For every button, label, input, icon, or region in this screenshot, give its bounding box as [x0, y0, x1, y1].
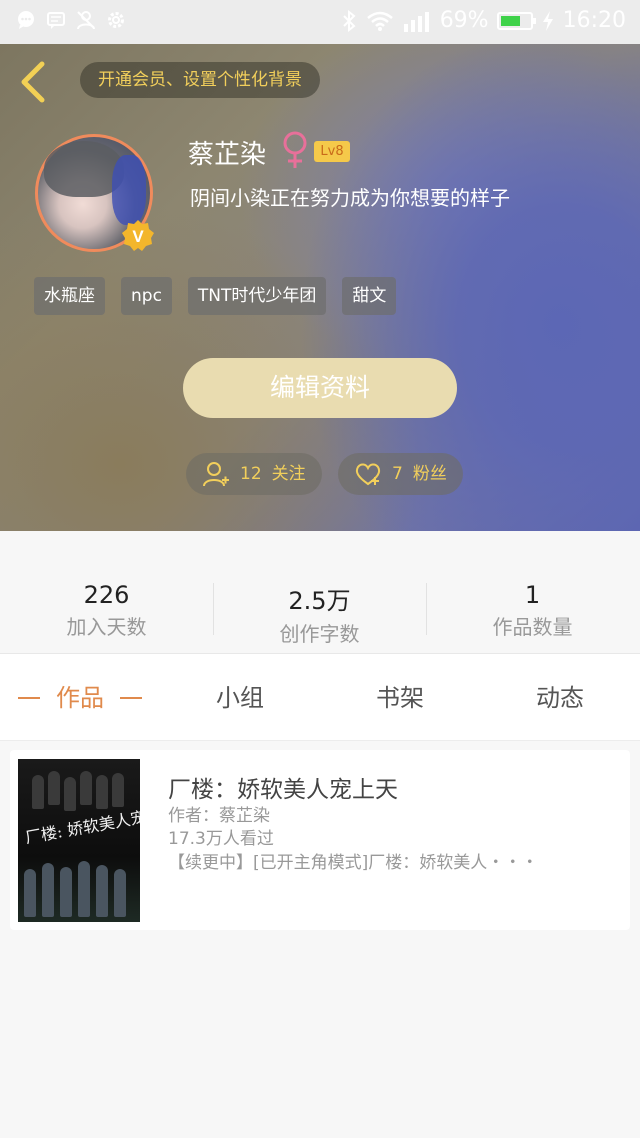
heart-add-icon: [355, 463, 381, 486]
following-label: 关注: [271, 464, 306, 484]
stat-value: 226: [83, 581, 130, 609]
settings-icon: [108, 12, 124, 28]
message-icon: [47, 12, 65, 29]
cover-figure: [42, 863, 54, 917]
tag-list: 水瓶座 npc TNT时代少年团 甜文: [34, 277, 397, 315]
book-description: 【续更中】[已开主角模式]厂楼：娇软美人・・・: [168, 853, 539, 873]
verified-badge-text: V: [132, 227, 144, 246]
level-badge: Lv8: [314, 141, 350, 162]
fans-label: 粉丝: [412, 464, 447, 484]
cover-figure: [114, 869, 126, 917]
battery-fill: [500, 15, 520, 26]
book-card[interactable]: 厂楼: 娇软美人宠上天 厂楼：娇软美人宠上天 作者：蔡芷染 17.3万人看过 【…: [10, 750, 630, 930]
user-signature: 阴间小染正在努力成为你想要的样子: [190, 186, 510, 210]
user-name: 蔡芷染: [188, 140, 267, 170]
cover-figure: [32, 775, 44, 809]
following-count: 12: [240, 464, 262, 484]
chat-bubble-icon: [18, 11, 34, 29]
stat-value: 1: [524, 581, 541, 609]
stats-bar: 226 加入天数 2.5万 创作字数 1 作品数量: [0, 531, 640, 653]
tag-item[interactable]: 水瓶座: [34, 277, 105, 315]
cover-figure: [24, 869, 36, 917]
tab-bookshelf[interactable]: 书架: [320, 654, 480, 742]
tab-activity[interactable]: 动态: [480, 654, 640, 742]
cover-figure: [78, 861, 90, 917]
cover-figure: [96, 865, 108, 917]
stat-word-count: 2.5万 创作字数: [213, 581, 426, 647]
book-cover[interactable]: 厂楼: 娇软美人宠上天: [18, 759, 140, 922]
fans-button[interactable]: 7 粉丝: [338, 453, 463, 495]
book-title[interactable]: 厂楼：娇软美人宠上天: [168, 770, 398, 804]
battery-percentage: 69%: [439, 8, 489, 33]
verified-badge-icon: V: [122, 220, 154, 251]
chevron-left-icon[interactable]: [14, 58, 54, 106]
edit-profile-button[interactable]: 编辑资料: [183, 358, 457, 418]
book-author: 作者：蔡芷染: [168, 806, 270, 826]
notification-icons: [16, 10, 126, 30]
avatar-shadow: [112, 155, 146, 225]
fans-count: 7: [392, 464, 403, 484]
cover-figure: [64, 777, 76, 811]
content-tabs: 作品 小组 书架 动态: [0, 653, 640, 741]
battery-icon: [496, 11, 536, 30]
tag-item[interactable]: 甜文: [342, 277, 397, 315]
following-button[interactable]: 12 关注: [186, 453, 322, 495]
clock: 16:20: [562, 8, 626, 33]
status-bar: 69% 16:20: [0, 0, 640, 44]
person-add-icon: [203, 462, 229, 487]
wifi-icon: [366, 11, 393, 31]
book-views: 17.3万人看过: [168, 829, 274, 849]
tag-item[interactable]: TNT时代少年团: [187, 277, 327, 315]
vip-background-button[interactable]: 开通会员、设置个性化背景: [80, 62, 320, 98]
cover-figure: [80, 771, 92, 805]
bluetooth-icon: [342, 9, 356, 32]
stat-works-count: 1 作品数量: [426, 581, 639, 640]
stat-label: 作品数量: [492, 615, 573, 639]
cover-figure: [112, 773, 124, 807]
cover-figure: [48, 771, 60, 805]
stat-value: 2.5万: [288, 587, 351, 615]
female-icon: [283, 131, 307, 168]
cover-figure: [96, 775, 108, 809]
tab-groups[interactable]: 小组: [160, 654, 320, 742]
stat-label: 加入天数: [66, 615, 147, 639]
cover-figure: [60, 867, 72, 917]
tag-item[interactable]: npc: [121, 277, 172, 315]
active-tab-dash-right: [120, 697, 142, 699]
signal-icon: [403, 11, 429, 32]
stat-label: 创作字数: [279, 622, 360, 646]
stat-join-days: 226 加入天数: [0, 581, 213, 640]
charging-icon: [542, 10, 553, 31]
profile-header: 开通会员、设置个性化背景 V 蔡芷染 Lv8 阴间小染正在努力成为你想要的样子 …: [0, 44, 640, 531]
status-right: 69% 16:20: [340, 8, 626, 33]
person-off-icon: [77, 11, 95, 30]
